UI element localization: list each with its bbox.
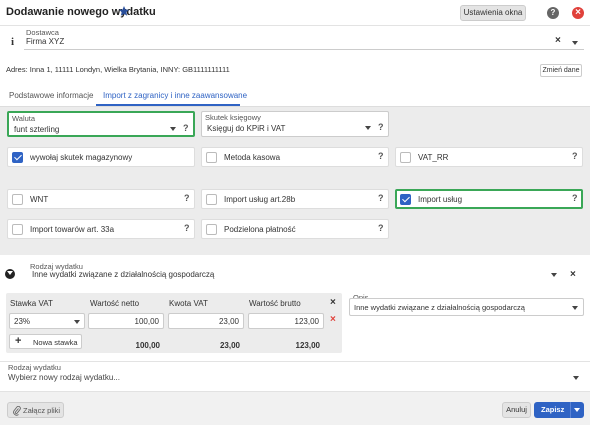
page-title: Dodawanie nowego wydatku [6, 6, 156, 18]
currency-select[interactable]: Waluta funt szterling ? [7, 111, 195, 137]
checkbox[interactable] [400, 194, 411, 205]
tab-import-advanced[interactable]: Import z zagranicy i inne zaawansowane [103, 91, 247, 100]
change-data-button[interactable]: Zmień dane [540, 64, 582, 77]
option-label: Metoda kasowa [224, 153, 281, 162]
clear-rows-icon[interactable]: × [330, 297, 336, 308]
window-settings-button[interactable]: Ustawienia okna [460, 5, 526, 21]
help-icon[interactable]: ? [572, 151, 578, 161]
vat-amount-input[interactable]: 23,00 [168, 313, 244, 329]
paperclip-icon [13, 406, 21, 416]
section-divider [0, 361, 590, 362]
option-wnt[interactable]: WNT ? [7, 189, 195, 209]
new-expense-type-placeholder: Wybierz nowy rodzaj wydatku... [8, 373, 120, 382]
expense-type-select[interactable]: Inne wydatki związane z działalnością go… [27, 268, 587, 282]
save-label: Zapisz [541, 405, 565, 414]
new-expense-type-select[interactable]: Wybierz nowy rodzaj wydatku... [5, 371, 585, 385]
ledger-effect-select[interactable]: Skutek księgowy Księguj do KPiR i VAT ? [201, 111, 389, 137]
vat-rate-value: 23% [14, 317, 31, 326]
total-net: 100,00 [135, 341, 160, 350]
description-value: Inne wydatki związane z działalnością go… [354, 303, 525, 312]
attach-files-button[interactable]: Załącz pliki [7, 402, 64, 418]
chevron-down-icon[interactable] [574, 408, 580, 412]
cancel-button[interactable]: Anuluj [502, 402, 531, 418]
chevron-down-icon[interactable] [365, 126, 371, 130]
col-header-rate: Stawka VAT [10, 299, 53, 308]
option-cash-method[interactable]: Metoda kasowa ? [201, 147, 389, 167]
option-import-services-28b[interactable]: Import usług art.28b ? [201, 189, 389, 209]
option-label: Import towarów art. 33a [30, 225, 115, 234]
save-button[interactable]: Zapisz [534, 402, 584, 418]
add-rate-button[interactable]: + Nowa stawka [9, 334, 82, 349]
attach-files-label: Załącz pliki [23, 406, 61, 415]
option-label: Import usług art.28b [224, 195, 296, 204]
help-icon[interactable]: ? [184, 223, 190, 233]
chevron-down-icon[interactable] [170, 127, 176, 131]
help-icon[interactable]: ? [547, 7, 559, 19]
chevron-down-icon[interactable] [74, 320, 80, 324]
chevron-down-icon[interactable] [572, 306, 578, 310]
vat-rate-select[interactable]: 23% [9, 313, 85, 329]
net-value-input[interactable]: 100,00 [88, 313, 164, 329]
expense-type-value: Inne wydatki związane z działalnością go… [32, 270, 215, 279]
currency-label: Waluta [12, 114, 36, 123]
supplier-value: Firma XYZ [26, 37, 65, 46]
net-value: 100,00 [134, 317, 159, 326]
option-split-payment[interactable]: Podzielona płatność ? [201, 219, 389, 239]
plus-icon: + [15, 335, 22, 347]
chevron-down-icon[interactable] [573, 376, 579, 380]
vat-amount: 23,00 [218, 317, 239, 326]
gross-value: 123,00 [294, 317, 319, 326]
add-rate-label: Nowa stawka [33, 338, 78, 347]
clear-icon[interactable]: × [555, 35, 561, 46]
chevron-down-icon[interactable] [572, 41, 578, 45]
checkbox[interactable] [12, 194, 23, 205]
checkbox[interactable] [206, 194, 217, 205]
option-vat-rr[interactable]: VAT_RR ? [395, 147, 583, 167]
close-icon[interactable]: × [572, 7, 584, 19]
option-label: WNT [30, 195, 49, 204]
col-header-gross: Wartość brutto [249, 299, 301, 308]
ledger-effect-value: Księguj do KPiR i VAT [207, 124, 286, 133]
ledger-effect-label: Skutek księgowy [205, 113, 261, 122]
remove-expense-icon[interactable]: × [570, 269, 576, 280]
help-icon[interactable]: ? [184, 193, 190, 203]
option-label: wywołaj skutek magazynowy [30, 153, 133, 162]
supplier-field[interactable]: Firma XYZ × [24, 35, 584, 50]
help-icon[interactable]: ? [378, 193, 384, 203]
col-header-net: Wartość netto [90, 299, 140, 308]
option-import-goods-33a[interactable]: Import towarów art. 33a ? [7, 219, 195, 239]
total-vat: 23,00 [219, 341, 240, 350]
description-select[interactable]: Inne wydatki związane z działalnością go… [349, 298, 584, 316]
option-label: Podzielona płatność [224, 225, 296, 234]
checkbox[interactable] [206, 152, 217, 163]
help-icon[interactable]: ? [183, 123, 189, 133]
checkbox[interactable] [206, 224, 217, 235]
remove-row-icon[interactable]: × [330, 314, 336, 325]
help-icon[interactable]: ? [378, 151, 384, 161]
help-icon[interactable]: ? [378, 223, 384, 233]
gross-value-input[interactable]: 123,00 [248, 313, 324, 329]
option-import-services[interactable]: Import usług ? [395, 189, 583, 209]
help-icon[interactable]: ? [378, 122, 384, 132]
chevron-down-icon[interactable] [551, 273, 557, 277]
col-header-vat: Kwota VAT [169, 299, 208, 308]
header-divider [0, 25, 590, 26]
checkbox[interactable] [12, 224, 23, 235]
option-stock-effect[interactable]: wywołaj skutek magazynowy [7, 147, 195, 167]
tab-basic-info[interactable]: Podstawowe informacje [9, 91, 93, 100]
help-icon[interactable]: ? [572, 193, 578, 203]
star-icon[interactable] [118, 5, 130, 17]
collapse-toggle-icon[interactable] [5, 269, 15, 279]
option-label: Import usług [418, 195, 463, 204]
checkbox[interactable] [400, 152, 411, 163]
checkbox[interactable] [12, 152, 23, 163]
info-icon: i [11, 36, 15, 48]
total-gross: 123,00 [295, 341, 320, 350]
supplier-address: Adres: Inna 1, 11111 Londyn, Wielka Bryt… [6, 65, 230, 74]
option-label: VAT_RR [418, 153, 449, 162]
currency-value: funt szterling [14, 125, 60, 134]
